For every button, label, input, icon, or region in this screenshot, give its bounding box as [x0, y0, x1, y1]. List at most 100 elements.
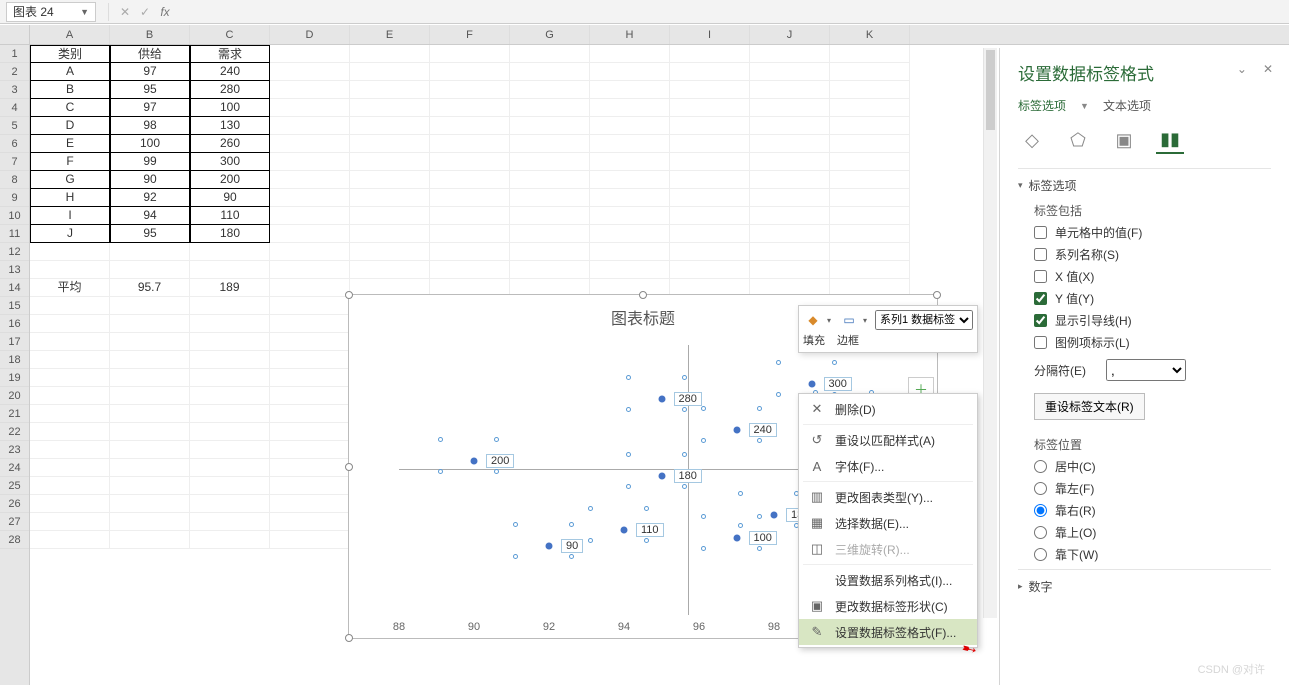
close-icon[interactable]: ✕ [1263, 62, 1273, 76]
dropdown-icon[interactable]: ▼ [80, 7, 89, 17]
name-box[interactable]: 图表 24 ▼ [6, 2, 96, 22]
label-handle[interactable] [569, 554, 574, 559]
row-header[interactable]: 15 [0, 297, 29, 315]
cell[interactable] [110, 333, 190, 351]
cell[interactable] [430, 135, 510, 153]
cell[interactable] [510, 153, 590, 171]
data-point[interactable] [733, 534, 740, 541]
chevron-down-icon[interactable]: ▼ [1080, 101, 1089, 111]
cell[interactable] [270, 225, 350, 243]
cell[interactable] [350, 63, 430, 81]
column-header[interactable]: E [350, 25, 430, 44]
label-handle[interactable] [757, 438, 762, 443]
cell[interactable] [750, 45, 830, 63]
cell[interactable] [30, 243, 110, 261]
cell[interactable] [750, 63, 830, 81]
column-header[interactable]: K [830, 25, 910, 44]
cell[interactable] [190, 423, 270, 441]
cell[interactable] [430, 63, 510, 81]
cell[interactable] [830, 45, 910, 63]
cell[interactable]: E [30, 135, 110, 153]
cell[interactable] [270, 477, 350, 495]
row-header[interactable]: 23 [0, 441, 29, 459]
cell[interactable] [270, 207, 350, 225]
row-header[interactable]: 28 [0, 531, 29, 549]
cell[interactable] [350, 243, 430, 261]
chart-handle[interactable] [345, 463, 353, 471]
column-header[interactable]: A [30, 25, 110, 44]
cell[interactable] [110, 297, 190, 315]
cell[interactable] [30, 459, 110, 477]
cell[interactable] [670, 63, 750, 81]
cell[interactable] [270, 63, 350, 81]
cell[interactable] [270, 513, 350, 531]
cell[interactable] [350, 81, 430, 99]
option-cell_value[interactable]: 单元格中的值(F) [1034, 224, 1271, 241]
context-menu-item[interactable]: ↺重设以匹配样式(A) [799, 427, 977, 453]
label-handle[interactable] [626, 452, 631, 457]
label-handle[interactable] [494, 469, 499, 474]
label-handle[interactable] [738, 523, 743, 528]
cell[interactable] [510, 45, 590, 63]
cell[interactable] [190, 531, 270, 549]
checkbox[interactable] [1034, 248, 1047, 261]
row-header[interactable]: 3 [0, 81, 29, 99]
cell[interactable] [430, 207, 510, 225]
cell[interactable] [190, 369, 270, 387]
cell[interactable] [590, 81, 670, 99]
cell[interactable]: 95 [110, 225, 190, 243]
context-menu-item[interactable]: A字体(F)... [799, 453, 977, 479]
chart-handle[interactable] [345, 291, 353, 299]
checkbox[interactable] [1034, 292, 1047, 305]
cell[interactable] [670, 225, 750, 243]
cell[interactable] [270, 387, 350, 405]
cell[interactable] [190, 315, 270, 333]
cell[interactable] [510, 261, 590, 279]
option-x_value[interactable]: X 值(X) [1034, 268, 1271, 285]
cell[interactable] [270, 117, 350, 135]
cell[interactable] [670, 207, 750, 225]
radio[interactable] [1034, 548, 1047, 561]
radio[interactable] [1034, 460, 1047, 473]
cell[interactable]: 95 [110, 81, 190, 99]
cell[interactable] [590, 189, 670, 207]
label-handle[interactable] [644, 538, 649, 543]
cell[interactable] [750, 225, 830, 243]
label-handle[interactable] [588, 538, 593, 543]
context-menu-item[interactable]: ✎设置数据标签格式(F)... [799, 619, 977, 645]
cell[interactable]: 类别 [30, 45, 110, 63]
cell[interactable]: 100 [110, 135, 190, 153]
label-handle[interactable] [682, 452, 687, 457]
label-handle[interactable] [757, 514, 762, 519]
cell[interactable]: 240 [190, 63, 270, 81]
label-handle[interactable] [701, 438, 706, 443]
column-header[interactable]: H [590, 25, 670, 44]
row-header[interactable]: 26 [0, 495, 29, 513]
cell[interactable]: A [30, 63, 110, 81]
label-handle[interactable] [682, 375, 687, 380]
section-label-options[interactable]: ▾标签选项 [1018, 177, 1271, 194]
row-header[interactable]: 12 [0, 243, 29, 261]
cell[interactable] [190, 495, 270, 513]
data-point[interactable] [621, 527, 628, 534]
cell[interactable] [270, 171, 350, 189]
cell[interactable] [110, 513, 190, 531]
data-label[interactable]: 240 [749, 423, 777, 437]
cell[interactable] [830, 153, 910, 171]
cell[interactable] [590, 135, 670, 153]
reset-label-text-button[interactable]: 重设标签文本(R) [1034, 393, 1145, 420]
cell[interactable] [30, 441, 110, 459]
label-handle[interactable] [513, 554, 518, 559]
position-center[interactable]: 居中(C) [1034, 458, 1271, 475]
cancel-icon[interactable]: ✕ [115, 5, 135, 19]
row-header[interactable]: 21 [0, 405, 29, 423]
label-handle[interactable] [776, 392, 781, 397]
cell[interactable]: 97 [110, 99, 190, 117]
cell[interactable]: 280 [190, 81, 270, 99]
cell[interactable] [750, 189, 830, 207]
effects-icon[interactable]: ⬠ [1064, 126, 1092, 154]
data-point[interactable] [771, 511, 778, 518]
cell[interactable]: I [30, 207, 110, 225]
row-header[interactable]: 14 [0, 279, 29, 297]
cell[interactable] [30, 495, 110, 513]
